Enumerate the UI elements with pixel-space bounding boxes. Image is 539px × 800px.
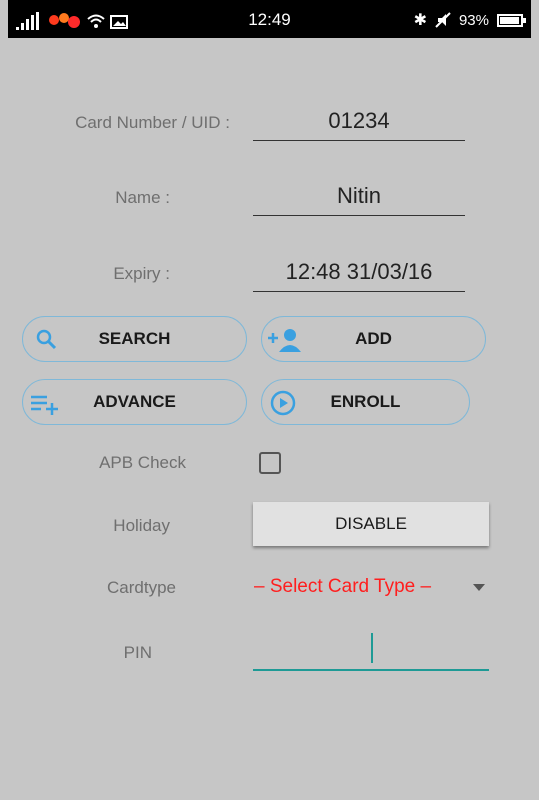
apb-checkbox[interactable] <box>259 452 281 474</box>
enroll-button-label: ENROLL <box>330 392 401 411</box>
chevron-down-icon[interactable] <box>473 584 485 591</box>
expiry-field[interactable]: 12:48 31/03/16 <box>253 259 465 285</box>
status-icons-right: ✱ 93% <box>413 10 526 30</box>
add-button-label: ADD <box>355 329 392 348</box>
name-label: Name : <box>115 188 170 207</box>
card-number-label: Card Number / UID : <box>75 113 230 132</box>
expiry-label: Expiry : <box>113 264 170 283</box>
text-cursor <box>371 633 373 663</box>
holiday-label: Holiday <box>113 516 170 535</box>
search-button[interactable]: SEARCH <box>22 316 247 362</box>
cardtype-select[interactable]: – Select Card Type – <box>254 576 431 598</box>
advance-button-label: ADVANCE <box>93 392 176 411</box>
name-field[interactable]: Nitin <box>253 183 465 209</box>
pin-label: PIN <box>123 643 152 662</box>
mute-icon <box>435 12 451 28</box>
add-button[interactable]: ADD <box>261 316 486 362</box>
card-number-underline <box>253 140 465 141</box>
cardtype-label: Cardtype <box>107 578 176 597</box>
battery-icon <box>497 13 526 27</box>
expiry-underline <box>253 291 465 292</box>
card-number-field[interactable]: 01234 <box>253 108 465 134</box>
apb-check-label: APB Check <box>99 453 186 472</box>
name-underline <box>253 215 465 216</box>
enroll-button[interactable]: ENROLL <box>261 379 470 425</box>
battery-percent: 93% <box>458 11 489 29</box>
status-bar: 12:49 ✱ 93% <box>8 0 531 38</box>
search-button-label: SEARCH <box>98 329 171 348</box>
disable-button[interactable]: DISABLE <box>253 502 489 546</box>
bluetooth-icon: ✱ <box>413 12 427 29</box>
pin-underline <box>253 669 489 671</box>
app-screen: 12:49 ✱ 93% Card Number / UID : 01234 Na… <box>8 0 531 800</box>
advance-button[interactable]: ADVANCE <box>22 379 247 425</box>
